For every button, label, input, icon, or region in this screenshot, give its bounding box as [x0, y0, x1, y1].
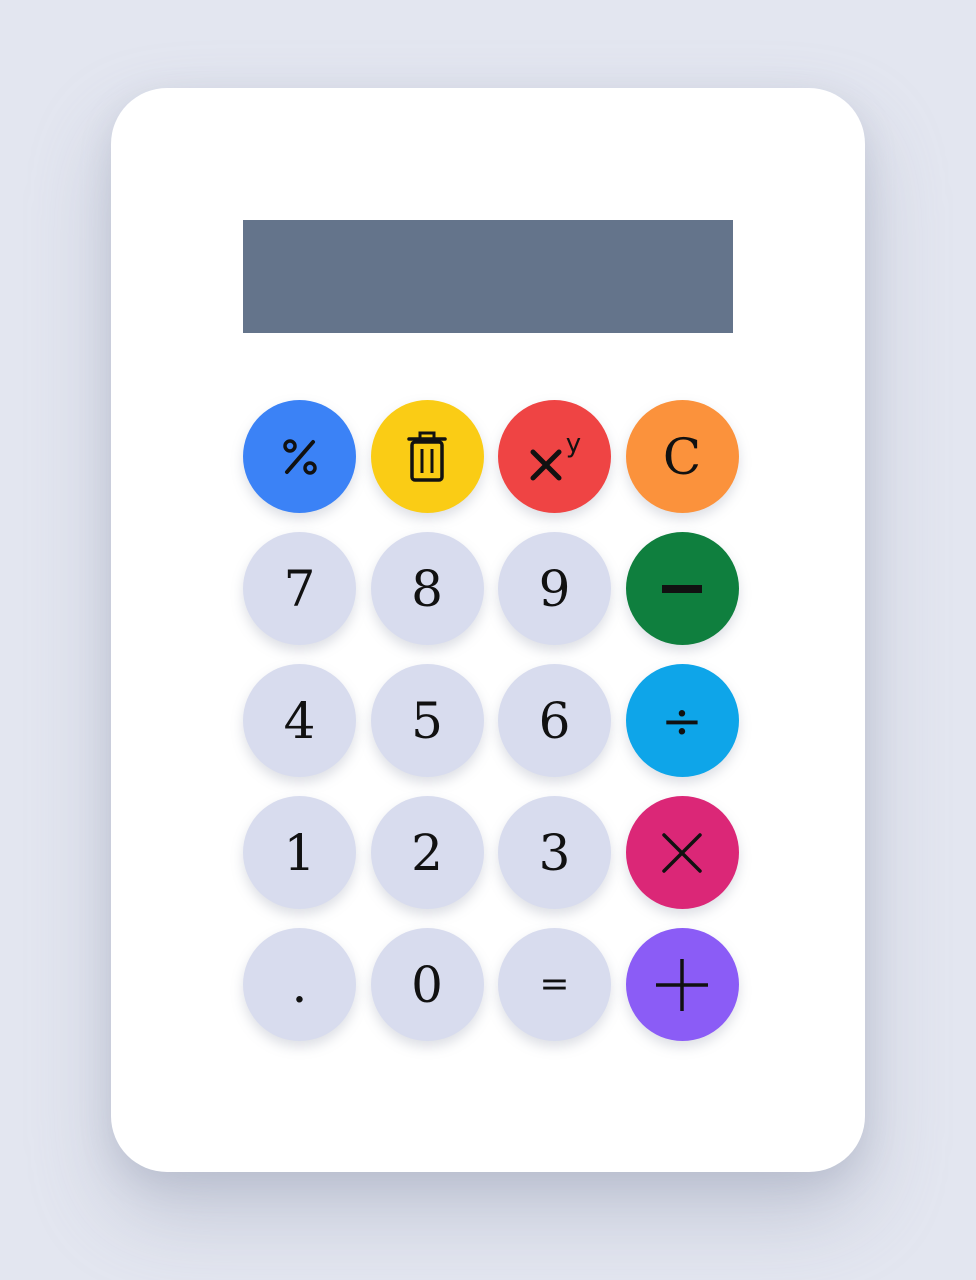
power-icon: y: [528, 431, 581, 483]
digit-8-label: 8: [411, 559, 443, 618]
digit-1-button[interactable]: 1: [243, 796, 356, 909]
digit-9-button[interactable]: 9: [498, 532, 611, 645]
calculator-card: y C 7 8 9 4 5 6 ÷ 1 2 3 . 0 =: [111, 88, 865, 1172]
clear-button[interactable]: C: [625, 400, 739, 513]
power-button[interactable]: y: [498, 400, 611, 513]
delete-button[interactable]: [370, 400, 484, 513]
calculator-display: [243, 220, 733, 333]
digit-4-button[interactable]: 4: [243, 664, 356, 777]
digit-5-label: 5: [411, 691, 443, 750]
minus-icon: [662, 584, 702, 594]
multiply-icon: [661, 832, 703, 874]
digit-9-label: 9: [538, 559, 571, 618]
digit-7-label: 7: [283, 559, 316, 618]
digit-6-button[interactable]: 6: [498, 664, 611, 777]
digit-3-button[interactable]: 3: [498, 796, 611, 909]
percent-icon: [278, 435, 322, 479]
digit-7-button[interactable]: 7: [243, 532, 356, 645]
digit-2-button[interactable]: 2: [370, 796, 484, 909]
divide-icon: ÷: [661, 691, 703, 750]
divide-button[interactable]: ÷: [625, 664, 739, 777]
digit-1-label: 1: [283, 823, 316, 882]
decimal-label: .: [291, 955, 308, 1014]
trash-icon: [405, 430, 449, 484]
add-button[interactable]: [625, 928, 739, 1041]
equals-button[interactable]: =: [498, 928, 611, 1041]
digit-4-label: 4: [283, 691, 316, 750]
decimal-button[interactable]: .: [243, 928, 356, 1041]
digit-5-button[interactable]: 5: [370, 664, 484, 777]
clear-label: C: [662, 427, 702, 486]
digit-6-label: 6: [538, 691, 571, 750]
power-exponent: y: [565, 428, 582, 459]
digit-2-label: 2: [411, 823, 443, 882]
multiply-button[interactable]: [625, 796, 739, 909]
digit-0-label: 0: [411, 955, 443, 1014]
digit-8-button[interactable]: 8: [370, 532, 484, 645]
subtract-button[interactable]: [625, 532, 739, 645]
digit-3-label: 3: [538, 823, 571, 882]
plus-icon: [654, 957, 710, 1013]
equals-label: =: [539, 963, 570, 1005]
keypad: y C 7 8 9 4 5 6 ÷ 1 2 3 . 0 =: [243, 400, 739, 1041]
percent-button[interactable]: [243, 400, 356, 513]
digit-0-button[interactable]: 0: [370, 928, 484, 1041]
